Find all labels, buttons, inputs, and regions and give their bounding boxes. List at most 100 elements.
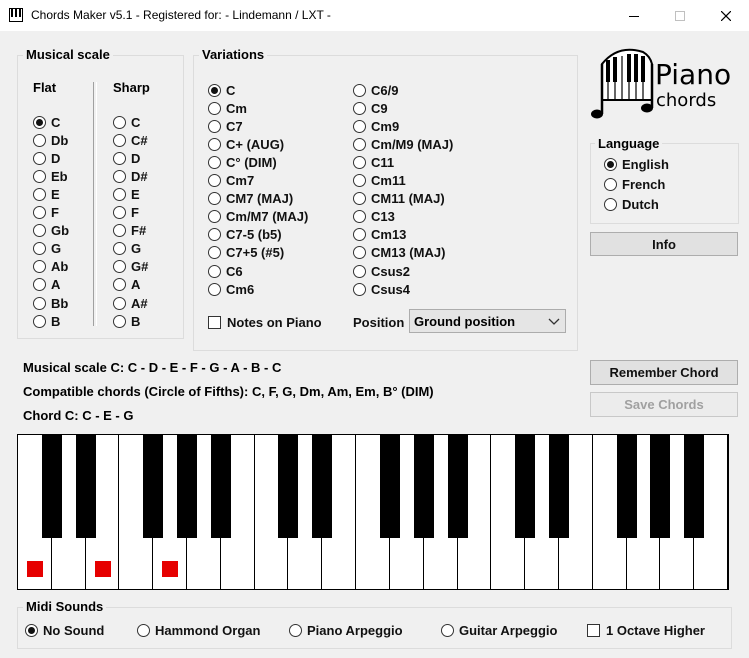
flat-radio-g[interactable]: G <box>33 241 61 257</box>
variation-radio-c7[interactable]: C7 <box>208 118 243 134</box>
language-radio-dutch[interactable]: Dutch <box>604 196 659 212</box>
flat-radio-b[interactable]: B <box>33 313 60 329</box>
black-key[interactable] <box>379 435 400 538</box>
variation-label: C+ (AUG) <box>226 136 285 152</box>
variation-radio-cm7-maj[interactable]: CM7 (MAJ) <box>208 191 293 207</box>
black-key[interactable] <box>616 435 637 538</box>
black-key[interactable] <box>413 435 434 538</box>
black-key[interactable] <box>447 435 468 538</box>
sharp-radio-f[interactable]: F <box>113 205 139 221</box>
variation-radio-cm[interactable]: Cm <box>208 100 247 116</box>
piano-keyboard[interactable] <box>17 434 729 590</box>
sharp-label: A <box>131 277 141 293</box>
sharp-radio-a[interactable]: A# <box>113 295 148 311</box>
app-window: Chords Maker v5.1 - Registered for: - Li… <box>0 0 749 658</box>
minimize-button[interactable] <box>611 0 657 31</box>
variation-radio-cm-m7-maj[interactable]: Cm/M7 (MAJ) <box>208 209 308 225</box>
black-key[interactable] <box>650 435 671 538</box>
black-key[interactable] <box>278 435 299 538</box>
notes-on-piano-checkbox[interactable]: Notes on Piano <box>208 314 322 330</box>
variation-label: Cm9 <box>371 118 400 134</box>
sharp-radio-d[interactable]: D# <box>113 168 148 184</box>
variation-radio-cm11-maj[interactable]: CM11 (MAJ) <box>353 191 445 207</box>
variation-radio-cm9[interactable]: Cm9 <box>353 118 399 134</box>
scale-info-line: Musical scale C: C - D - E - F - G - A -… <box>23 360 282 375</box>
save-chords-button[interactable]: Save Chords <box>590 392 738 417</box>
sharp-radio-d[interactable]: D <box>113 150 140 166</box>
variation-radio-cm13-maj[interactable]: CM13 (MAJ) <box>353 245 445 261</box>
black-key[interactable] <box>143 435 164 538</box>
note-marker-e <box>94 561 111 577</box>
black-key[interactable] <box>312 435 333 538</box>
radio-circle <box>25 623 38 637</box>
midi-radio-hammond-organ[interactable]: Hammond Organ <box>137 622 260 638</box>
sharp-radio-b[interactable]: B <box>113 313 140 329</box>
radio-circle <box>208 174 221 187</box>
variation-radio-cm7[interactable]: Cm7 <box>208 173 254 189</box>
black-key[interactable] <box>177 435 198 538</box>
radio-circle <box>33 133 46 147</box>
variation-radio-c9[interactable]: C9 <box>353 100 388 116</box>
variation-radio-csus2[interactable]: Csus2 <box>353 263 410 279</box>
black-key[interactable] <box>75 435 96 538</box>
flat-radio-e[interactable]: E <box>33 186 60 202</box>
variation-radio-c7-5-5[interactable]: C7+5 (#5) <box>208 245 284 261</box>
flat-radio-db[interactable]: Db <box>33 132 68 148</box>
black-key[interactable] <box>210 435 231 538</box>
language-label: French <box>622 176 666 192</box>
variation-radio-c13[interactable]: C13 <box>353 209 395 225</box>
close-button[interactable] <box>703 0 749 31</box>
position-select[interactable]: Ground position <box>409 309 566 333</box>
variation-radio-cm6[interactable]: Cm6 <box>208 281 254 297</box>
variation-radio-c6[interactable]: C6 <box>208 263 243 279</box>
flat-radio-bb[interactable]: Bb <box>33 295 68 311</box>
language-radio-english[interactable]: English <box>604 156 669 172</box>
variation-radio-c11[interactable]: C11 <box>353 154 394 170</box>
musical-scale-label: Musical scale <box>23 47 113 62</box>
flat-radio-ab[interactable]: Ab <box>33 259 68 275</box>
sharp-radio-e[interactable]: E <box>113 186 140 202</box>
variation-radio-c[interactable]: C <box>208 82 235 98</box>
radio-circle <box>113 278 126 292</box>
sharp-radio-g[interactable]: G# <box>113 259 148 275</box>
sharp-label: E <box>131 186 140 202</box>
sharp-radio-g[interactable]: G <box>113 241 141 257</box>
radio-circle <box>353 119 366 133</box>
black-key[interactable] <box>515 435 536 538</box>
info-button[interactable]: Info <box>590 232 738 256</box>
flat-radio-d[interactable]: D <box>33 150 60 166</box>
sharp-radio-c[interactable]: C <box>113 114 140 130</box>
midi-radio-guitar-arpeggio[interactable]: Guitar Arpeggio <box>441 622 557 638</box>
sharp-radio-f[interactable]: F# <box>113 223 146 239</box>
black-key[interactable] <box>548 435 569 538</box>
variation-radio-c-aug[interactable]: C+ (AUG) <box>208 136 284 152</box>
remember-chord-button[interactable]: Remember Chord <box>590 360 738 385</box>
midi-radio-no-sound[interactable]: No Sound <box>25 622 104 638</box>
midi-radio-piano-arpeggio[interactable]: Piano Arpeggio <box>289 622 403 638</box>
maximize-icon <box>675 10 685 21</box>
flat-radio-f[interactable]: F <box>33 205 59 221</box>
language-radio-french[interactable]: French <box>604 176 665 192</box>
sharp-radio-c[interactable]: C# <box>113 132 148 148</box>
minimize-icon <box>629 15 639 17</box>
radio-circle <box>441 623 454 637</box>
language-label: Dutch <box>622 196 659 212</box>
sharp-radio-a[interactable]: A <box>113 277 140 293</box>
black-key[interactable] <box>41 435 62 538</box>
title-bar: Chords Maker v5.1 - Registered for: - Li… <box>0 0 749 31</box>
flat-radio-gb[interactable]: Gb <box>33 223 69 239</box>
midi-label: No Sound <box>43 622 105 638</box>
flat-radio-a[interactable]: A <box>33 277 60 293</box>
variation-radio-c-dim[interactable]: C° (DIM) <box>208 154 277 170</box>
variation-radio-cm11[interactable]: Cm11 <box>353 173 406 189</box>
octave-higher-checkbox[interactable]: 1 Octave Higher <box>587 622 705 638</box>
variation-radio-csus4[interactable]: Csus4 <box>353 281 410 297</box>
flat-radio-c[interactable]: C <box>33 114 60 130</box>
black-key[interactable] <box>684 435 705 538</box>
variation-radio-cm13[interactable]: Cm13 <box>353 227 406 243</box>
variation-radio-cm-m9-maj[interactable]: Cm/M9 (MAJ) <box>353 136 453 152</box>
flat-radio-eb[interactable]: Eb <box>33 168 68 184</box>
variation-radio-c7-5-b5[interactable]: C7-5 (b5) <box>208 227 282 243</box>
variation-radio-c6-9[interactable]: C6/9 <box>353 82 398 98</box>
maximize-button[interactable] <box>657 0 703 31</box>
